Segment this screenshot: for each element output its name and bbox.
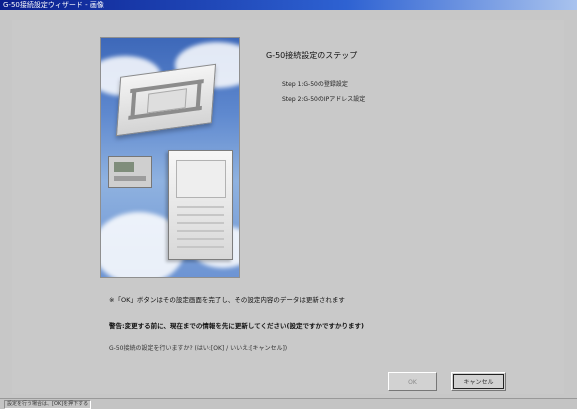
air-conditioner-image	[100, 37, 240, 278]
info-message: ※「OK」ボタンはその設定画面を完了し、その設定内容のデータは更新されます	[109, 296, 345, 304]
wizard-panel	[12, 20, 564, 394]
remote-controller-illustration	[108, 156, 152, 188]
title-bar[interactable]: G-50接続設定ウィザード - 画像	[0, 0, 577, 10]
step-item-1: Step 1:G-50の登録設定	[282, 81, 348, 88]
outdoor-unit-illustration	[168, 150, 233, 260]
steps-title: G-50接続設定のステップ	[266, 51, 358, 60]
cancel-button[interactable]: キャンセル	[451, 372, 506, 391]
window-title: G-50接続設定ウィザード - 画像	[3, 1, 104, 9]
cassette-unit-illustration	[115, 63, 217, 137]
warning-message: 警告:変更する前に、現在までの情報を先に更新してください(設定ですかですかります…	[109, 322, 364, 330]
status-bar: 設定を行う場合は、[OK]を押下する	[0, 398, 577, 409]
step-item-2: Step 2:G-50のIPアドレス設定	[282, 96, 366, 103]
wizard-window: G-50接続設定ウィザード - 画像 G-50接続設定のステップ Step 1:…	[0, 0, 577, 409]
ok-button[interactable]: OK	[388, 372, 437, 391]
confirm-question: G-50接続の設定を行いますか? (はい:[OK] / いいえ:[キャンセル])	[109, 345, 288, 352]
